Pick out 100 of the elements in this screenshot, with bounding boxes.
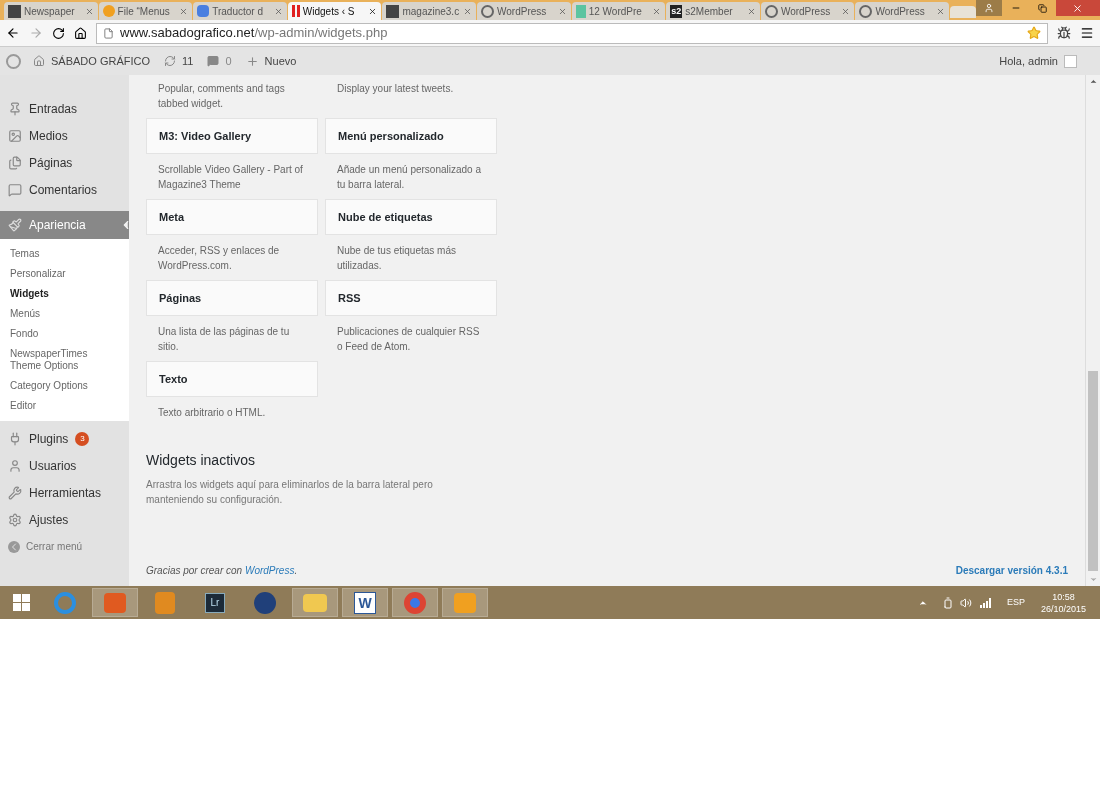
menu-item[interactable]: Plugins 3 xyxy=(0,425,129,452)
updates-count[interactable]: 11 xyxy=(182,52,194,70)
tab-title: s2Member xyxy=(685,4,734,19)
scroll-up-icon[interactable] xyxy=(1088,77,1098,86)
close-button[interactable] xyxy=(1055,0,1100,16)
submenu-item[interactable]: NewspaperTimes Theme Options xyxy=(0,344,129,376)
menu-item[interactable]: Páginas xyxy=(0,149,129,176)
site-name-link[interactable]: SÁBADO GRÁFICO xyxy=(51,52,151,70)
browser-tab[interactable]: File “Menus xyxy=(98,2,193,20)
plus-icon[interactable] xyxy=(245,54,259,68)
widget-card[interactable]: Nube de etiquetas xyxy=(325,199,497,235)
menu-item[interactable]: Ajustes xyxy=(0,506,129,533)
widget-description: Display your latest tweets. xyxy=(337,82,455,96)
url-text: www.sabadografico.net/wp-admin/widgets.php xyxy=(120,24,389,43)
widget-card[interactable]: RSS xyxy=(325,280,497,316)
browser-tab[interactable]: 12 WordPre xyxy=(571,2,666,20)
bookmark-star-icon[interactable] xyxy=(1027,26,1041,40)
widget-card[interactable]: Meta xyxy=(146,199,318,235)
bug-icon[interactable] xyxy=(1057,26,1071,40)
tab-title: Newspaper xyxy=(24,4,76,19)
dark-square-icon xyxy=(8,4,21,18)
menu-label: Páginas xyxy=(29,154,73,172)
browser-tab[interactable]: WordPress xyxy=(477,2,571,20)
word-logo-icon: W xyxy=(354,591,376,614)
submenu-item[interactable]: Widgets xyxy=(0,284,129,304)
browser-tab[interactable]: WordPress xyxy=(855,2,950,20)
back-icon[interactable] xyxy=(6,26,20,40)
browser-tab[interactable]: Traductor d xyxy=(193,2,287,20)
widget-description: Añade un menú personalizado a tu barra lateral. xyxy=(336,163,482,192)
address-field[interactable]: www.sabadografico.net/wp-admin/widgets.php xyxy=(96,22,1048,44)
widget-card[interactable]: Páginas xyxy=(146,280,318,316)
widget-card[interactable]: Texto xyxy=(146,361,318,397)
widget-card[interactable]: Menú personalizado xyxy=(325,118,497,154)
plug-icon xyxy=(8,431,22,446)
browser-tab[interactable]: magazine3.c xyxy=(382,2,477,20)
tab-title: Widgets ‹ S xyxy=(302,4,356,19)
menu-label: Apariencia xyxy=(29,217,86,234)
taskbar-app-button[interactable]: W xyxy=(342,588,388,617)
submenu-item[interactable]: Fondo xyxy=(0,324,129,344)
menu-item[interactable]: Comentarios xyxy=(0,176,129,203)
menu-item[interactable]: Herramientas xyxy=(0,479,129,506)
version-link[interactable]: Descargar versión 4.3.1 xyxy=(955,563,1068,578)
tab-title: Traductor d xyxy=(212,4,264,19)
submenu-item[interactable]: Personalizar xyxy=(0,264,129,284)
volume-icon[interactable] xyxy=(959,596,972,609)
greeting-link[interactable]: Hola, admin xyxy=(999,52,1058,70)
menu-item[interactable]: Usuarios xyxy=(0,452,129,479)
collapse-icon xyxy=(8,540,20,553)
tab-title: WordPress xyxy=(780,4,832,19)
widget-card[interactable]: M3: Video Gallery xyxy=(146,118,318,154)
menu-label: Herramientas xyxy=(29,484,102,502)
battery-icon[interactable] xyxy=(941,596,954,609)
submenu-item[interactable]: Menús xyxy=(0,304,129,324)
browser-tab[interactable]: Widgets ‹ S xyxy=(287,2,382,20)
menu-item[interactable]: Entradas xyxy=(0,95,129,122)
tab-title: magazine3.c xyxy=(402,4,461,19)
updates-icon[interactable] xyxy=(164,55,177,67)
menu-label: Usuarios xyxy=(29,457,77,475)
profile-button[interactable] xyxy=(975,0,1002,16)
menu-item[interactable]: Medios xyxy=(0,122,129,149)
menu-label: Ajustes xyxy=(29,511,69,529)
scrollbar-thumb[interactable] xyxy=(1088,371,1098,571)
menu-icon[interactable] xyxy=(1080,26,1094,40)
menu-label: Plugins xyxy=(29,430,69,448)
forward-icon[interactable] xyxy=(29,26,43,40)
language-indicator[interactable]: ESP xyxy=(1006,595,1025,610)
collapse-label: Cerrar menú xyxy=(26,540,83,554)
taskbar-app-button[interactable] xyxy=(292,588,338,617)
home-icon[interactable] xyxy=(74,26,87,40)
submenu-item[interactable]: Editor xyxy=(0,396,129,416)
widget-description: Popular, comments and tags tabbed widget. xyxy=(158,82,286,111)
browser-tab[interactable]: Newspaper xyxy=(4,2,98,20)
scroll-down-icon[interactable] xyxy=(1088,575,1098,584)
user-icon xyxy=(8,458,22,473)
lr-logo-icon: Lr xyxy=(205,592,225,613)
menu-label: Comentarios xyxy=(29,181,98,199)
submenu-item[interactable]: Category Options xyxy=(0,376,129,396)
widget-description: Una lista de las páginas de tu sitio. xyxy=(157,325,291,354)
menu-item[interactable]: Apariencia xyxy=(0,211,129,239)
new-link[interactable]: Nuevo xyxy=(264,52,297,70)
dark-square-icon xyxy=(386,4,400,18)
browser-tab[interactable]: WordPress xyxy=(760,2,855,20)
reload-icon[interactable] xyxy=(52,26,65,40)
signal-icon[interactable] xyxy=(979,597,991,608)
tab-title: WordPress xyxy=(497,4,548,19)
close-icon[interactable] xyxy=(368,6,378,16)
taskbar-app-button[interactable] xyxy=(392,588,438,617)
taskbar-app-button[interactable] xyxy=(92,588,138,617)
s2-logo-icon: s2 xyxy=(670,4,683,18)
collapse-menu-button[interactable]: Cerrar menú xyxy=(0,533,129,560)
comment-icon xyxy=(8,182,22,197)
section-heading: Widgets inactivos xyxy=(146,451,256,470)
submenu-item[interactable]: Temas xyxy=(0,244,129,264)
browser-tab[interactable]: s2 s2Member xyxy=(666,2,760,20)
taskbar-app-button[interactable]: Lr xyxy=(192,588,238,617)
page-icon xyxy=(103,27,114,39)
windows-logo-icon xyxy=(12,594,30,611)
clock[interactable]: 10:58 26/10/2015 xyxy=(1040,590,1086,615)
tab-title: WordPress xyxy=(875,4,926,19)
comment-icon[interactable] xyxy=(207,55,220,67)
